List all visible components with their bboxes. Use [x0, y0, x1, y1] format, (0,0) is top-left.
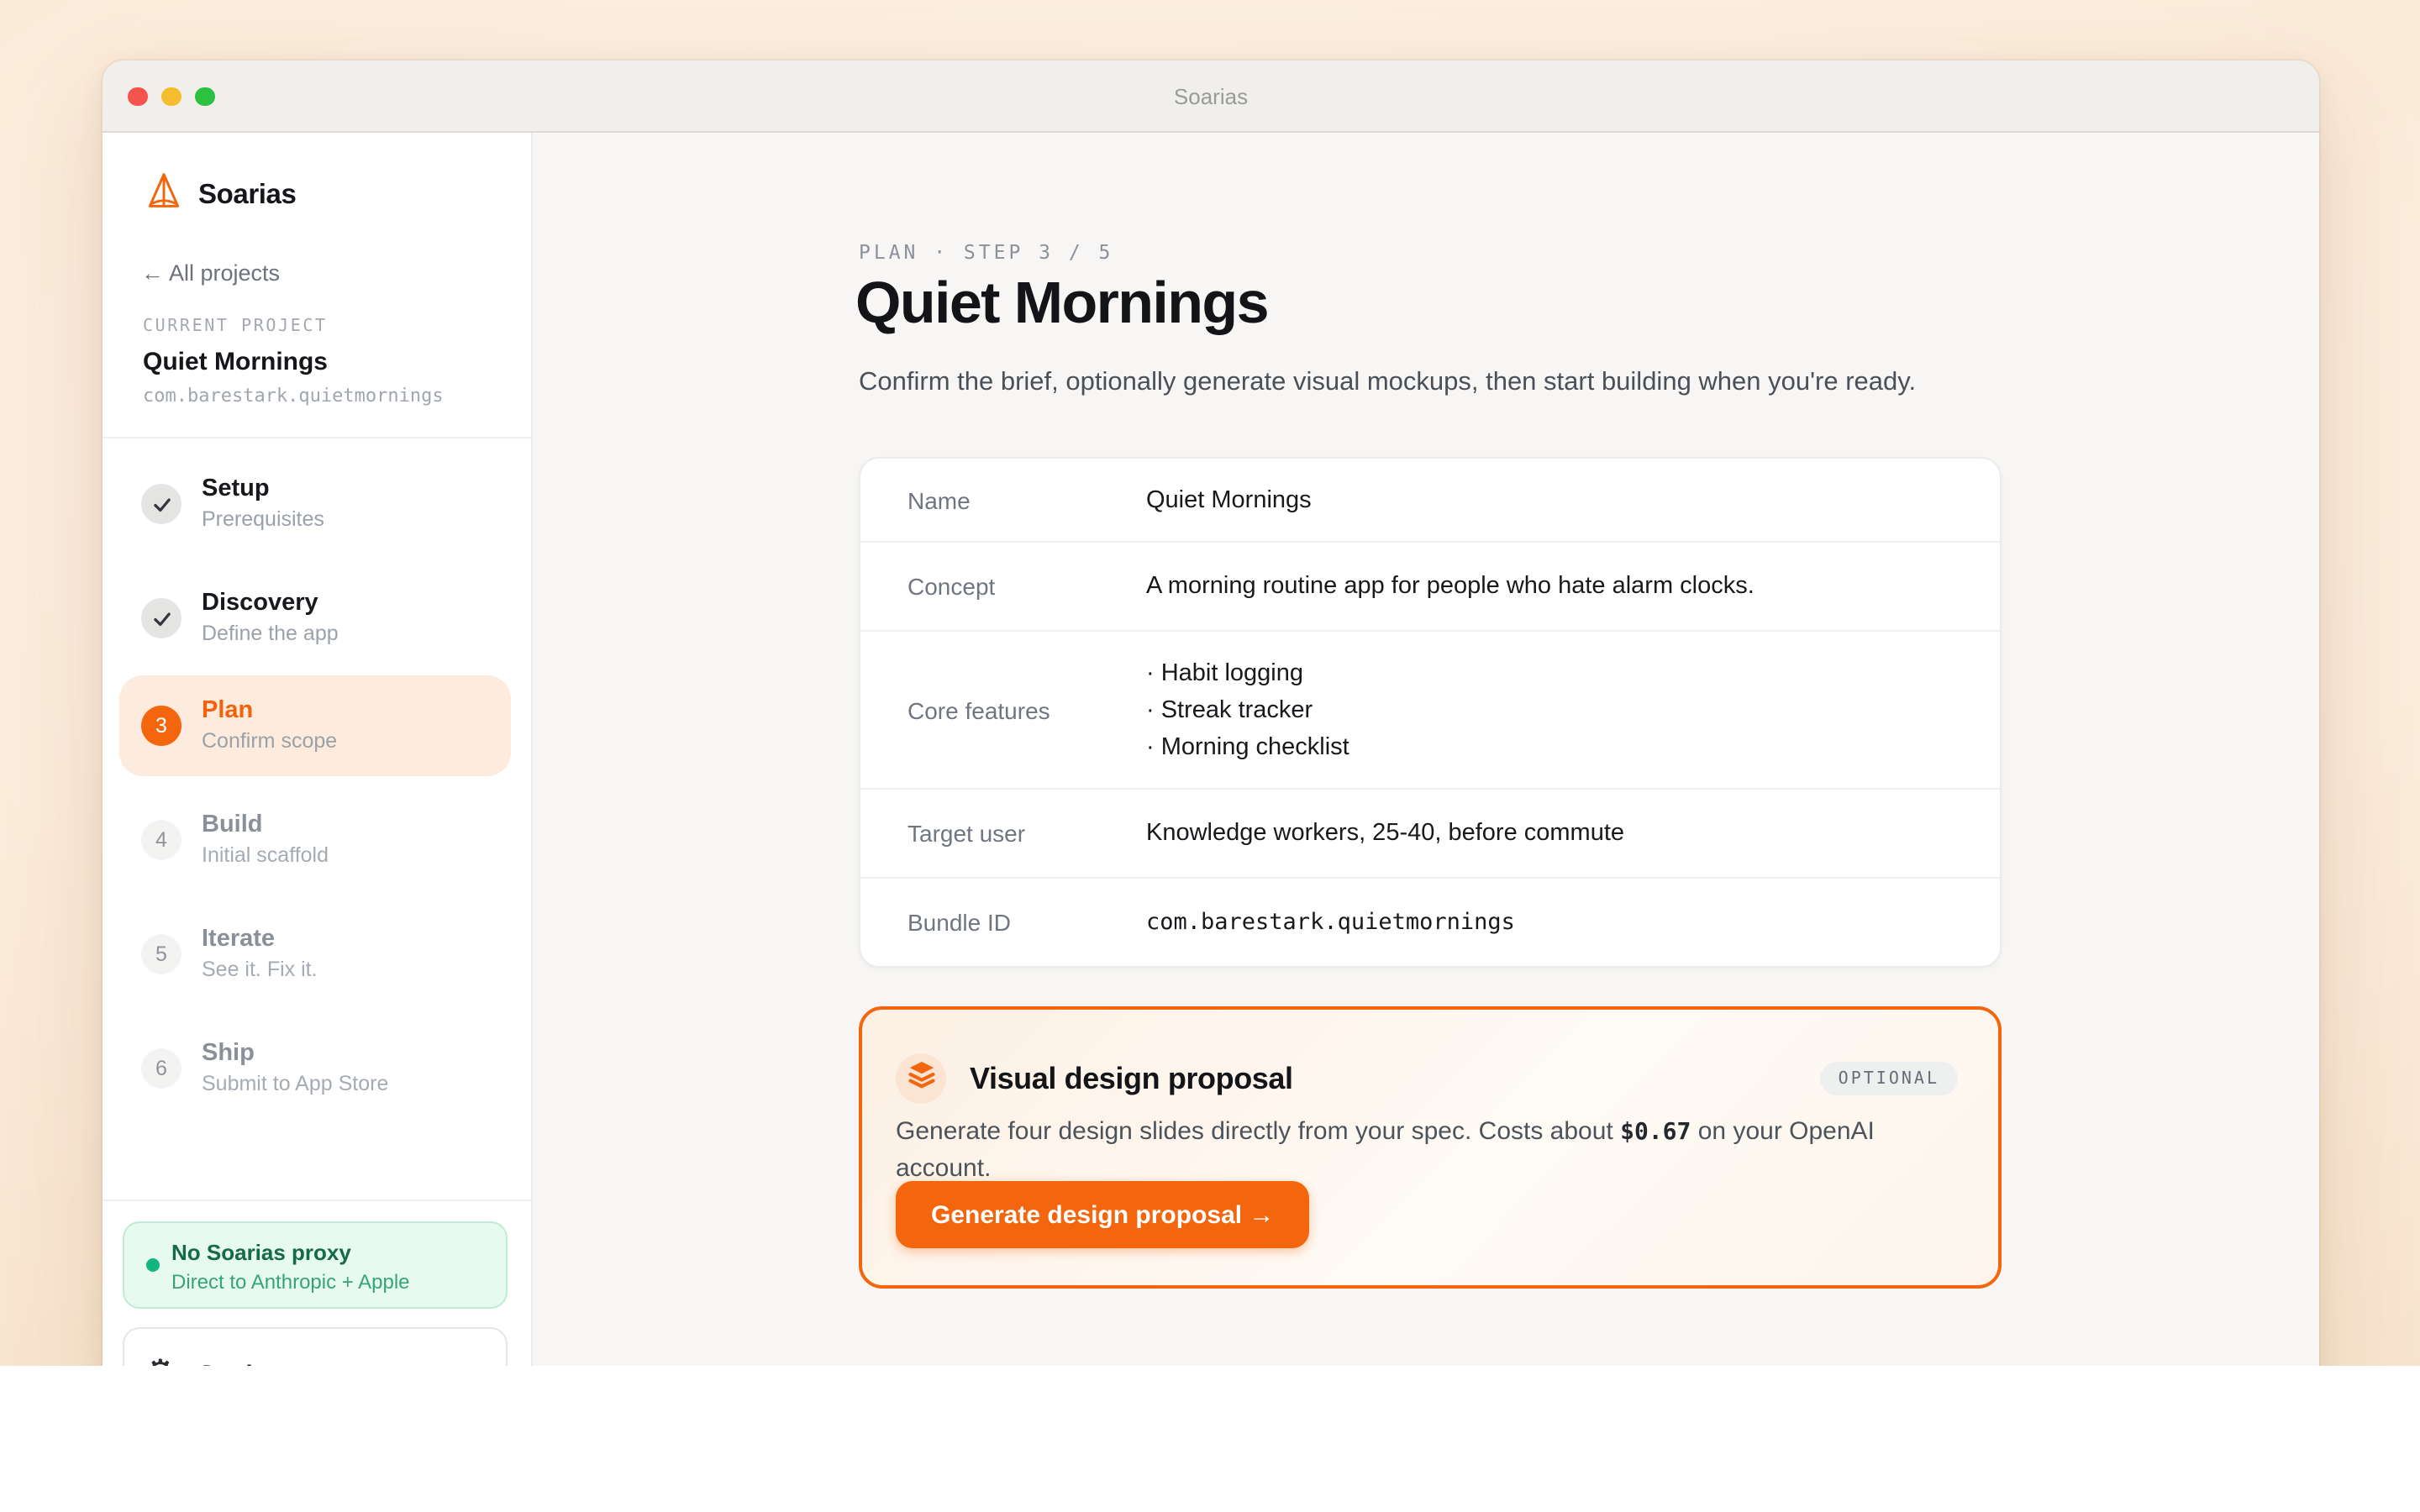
sidebar-step-ship[interactable]: 6 Ship Submit to App Store	[119, 1018, 511, 1119]
step-number-badge: 5	[141, 934, 182, 974]
cost-value: $0.67	[1620, 1119, 1691, 1146]
sidebar-step-plan[interactable]: 3 Plan Confirm scope	[119, 675, 511, 776]
step-number-badge: 4	[141, 820, 182, 860]
sail-logo-icon	[146, 171, 182, 218]
brief-row-value: Knowledge workers, 25-40, before commute	[1146, 815, 1953, 852]
proposal-description: Generate four design slides directly fro…	[896, 1114, 1948, 1188]
proposal-title: Visual design proposal	[970, 1062, 1293, 1097]
status-dot-icon	[146, 1258, 160, 1272]
screenshot-cutoff-band	[0, 1366, 2420, 1512]
title-bar: Soarias	[103, 60, 2319, 133]
app-logo: Soarias	[146, 171, 296, 218]
feature-line: · Streak tracker	[1146, 691, 1953, 728]
step-breadcrumb: PLAN · STEP 3 / 5	[859, 240, 1113, 264]
main-content: PLAN · STEP 3 / 5 Quiet Mornings Confirm…	[533, 133, 2319, 1394]
sidebar-divider	[103, 437, 531, 438]
layers-icon	[905, 1058, 937, 1099]
step-label: Build	[202, 811, 329, 840]
sidebar-step-iterate[interactable]: 5 Iterate See it. Fix it.	[119, 904, 511, 1005]
sidebar: Soarias ← All projects CURRENT PROJECT Q…	[103, 133, 533, 1394]
brief-row-label: Target user	[908, 820, 1146, 847]
desktop: Soarias Soarias ← All projects CURR	[0, 0, 2420, 1512]
step-sublabel: Submit to App Store	[202, 1072, 388, 1097]
proxy-status-badge: No Soarias proxy Direct to Anthropic + A…	[123, 1221, 508, 1309]
sidebar-step-discovery[interactable]: Discovery Define the app	[119, 568, 511, 669]
all-projects-link[interactable]: ← All projects	[141, 260, 280, 286]
optional-badge: OPTIONAL	[1820, 1062, 1958, 1095]
step-check-icon	[141, 484, 182, 524]
app-name: Soarias	[198, 179, 296, 211]
step-label: Plan	[202, 697, 337, 726]
step-number-badge: 6	[141, 1048, 182, 1089]
step-check-icon	[141, 598, 182, 638]
page-subtitle: Confirm the brief, optionally generate v…	[859, 368, 1916, 398]
brief-row-value: A morning routine app for people who hat…	[1146, 568, 1953, 605]
step-label: Discovery	[202, 590, 339, 618]
sidebar-footer-divider	[103, 1200, 531, 1201]
brief-row-label: Bundle ID	[908, 909, 1146, 936]
proxy-status-title: No Soarias proxy	[171, 1240, 351, 1265]
app-window: Soarias Soarias ← All projects CURR	[103, 60, 2319, 1394]
step-label: Iterate	[202, 926, 318, 954]
current-project-label: CURRENT PROJECT	[143, 318, 328, 336]
sidebar-step-build[interactable]: 4 Build Initial scaffold	[119, 790, 511, 890]
brief-row-concept: Concept A morning routine app for people…	[860, 543, 2000, 632]
step-number-badge: 3	[141, 706, 182, 746]
brief-row-target-user: Target user Knowledge workers, 25-40, be…	[860, 790, 2000, 879]
brief-row-label: Concept	[908, 573, 1146, 600]
sidebar-project-name: Quiet Mornings	[143, 348, 328, 376]
page-title: Quiet Mornings	[855, 270, 1268, 338]
step-sublabel: See it. Fix it.	[202, 958, 318, 983]
window-title: Soarias	[103, 60, 2319, 131]
step-sublabel: Define the app	[202, 622, 339, 647]
brief-row-value: Quiet Mornings	[1146, 481, 1953, 518]
design-proposal-card: Visual design proposal OPTIONAL Generate…	[859, 1006, 2002, 1289]
brief-row-bundle-id: Bundle ID com.barestark.quietmornings	[860, 879, 2000, 966]
proxy-status-subtitle: Direct to Anthropic + Apple	[171, 1269, 410, 1293]
brief-row-name: Name Quiet Mornings	[860, 459, 2000, 543]
step-sublabel: Confirm scope	[202, 729, 337, 754]
step-sublabel: Prerequisites	[202, 507, 324, 533]
feature-line: · Habit logging	[1146, 654, 1953, 691]
step-label: Ship	[202, 1040, 388, 1068]
project-brief-card: Name Quiet Mornings Concept A morning ro…	[859, 457, 2002, 968]
generate-design-proposal-button[interactable]: Generate design proposal →	[896, 1181, 1309, 1248]
layers-icon-badge	[896, 1053, 946, 1104]
sidebar-project-bundle: com.barestark.quietmornings	[143, 385, 444, 407]
brief-row-value: com.barestark.quietmornings	[1146, 904, 1953, 941]
brief-row-core-features: Core features · Habit logging · Streak t…	[860, 632, 2000, 790]
brief-row-label: Core features	[908, 696, 1146, 723]
step-label: Setup	[202, 475, 324, 504]
step-sublabel: Initial scaffold	[202, 843, 329, 869]
sidebar-step-setup[interactable]: Setup Prerequisites	[119, 454, 511, 554]
brief-row-label: Name	[908, 486, 1146, 513]
brief-row-value: · Habit logging · Streak tracker · Morni…	[1146, 654, 1953, 765]
feature-line: · Morning checklist	[1146, 728, 1953, 765]
